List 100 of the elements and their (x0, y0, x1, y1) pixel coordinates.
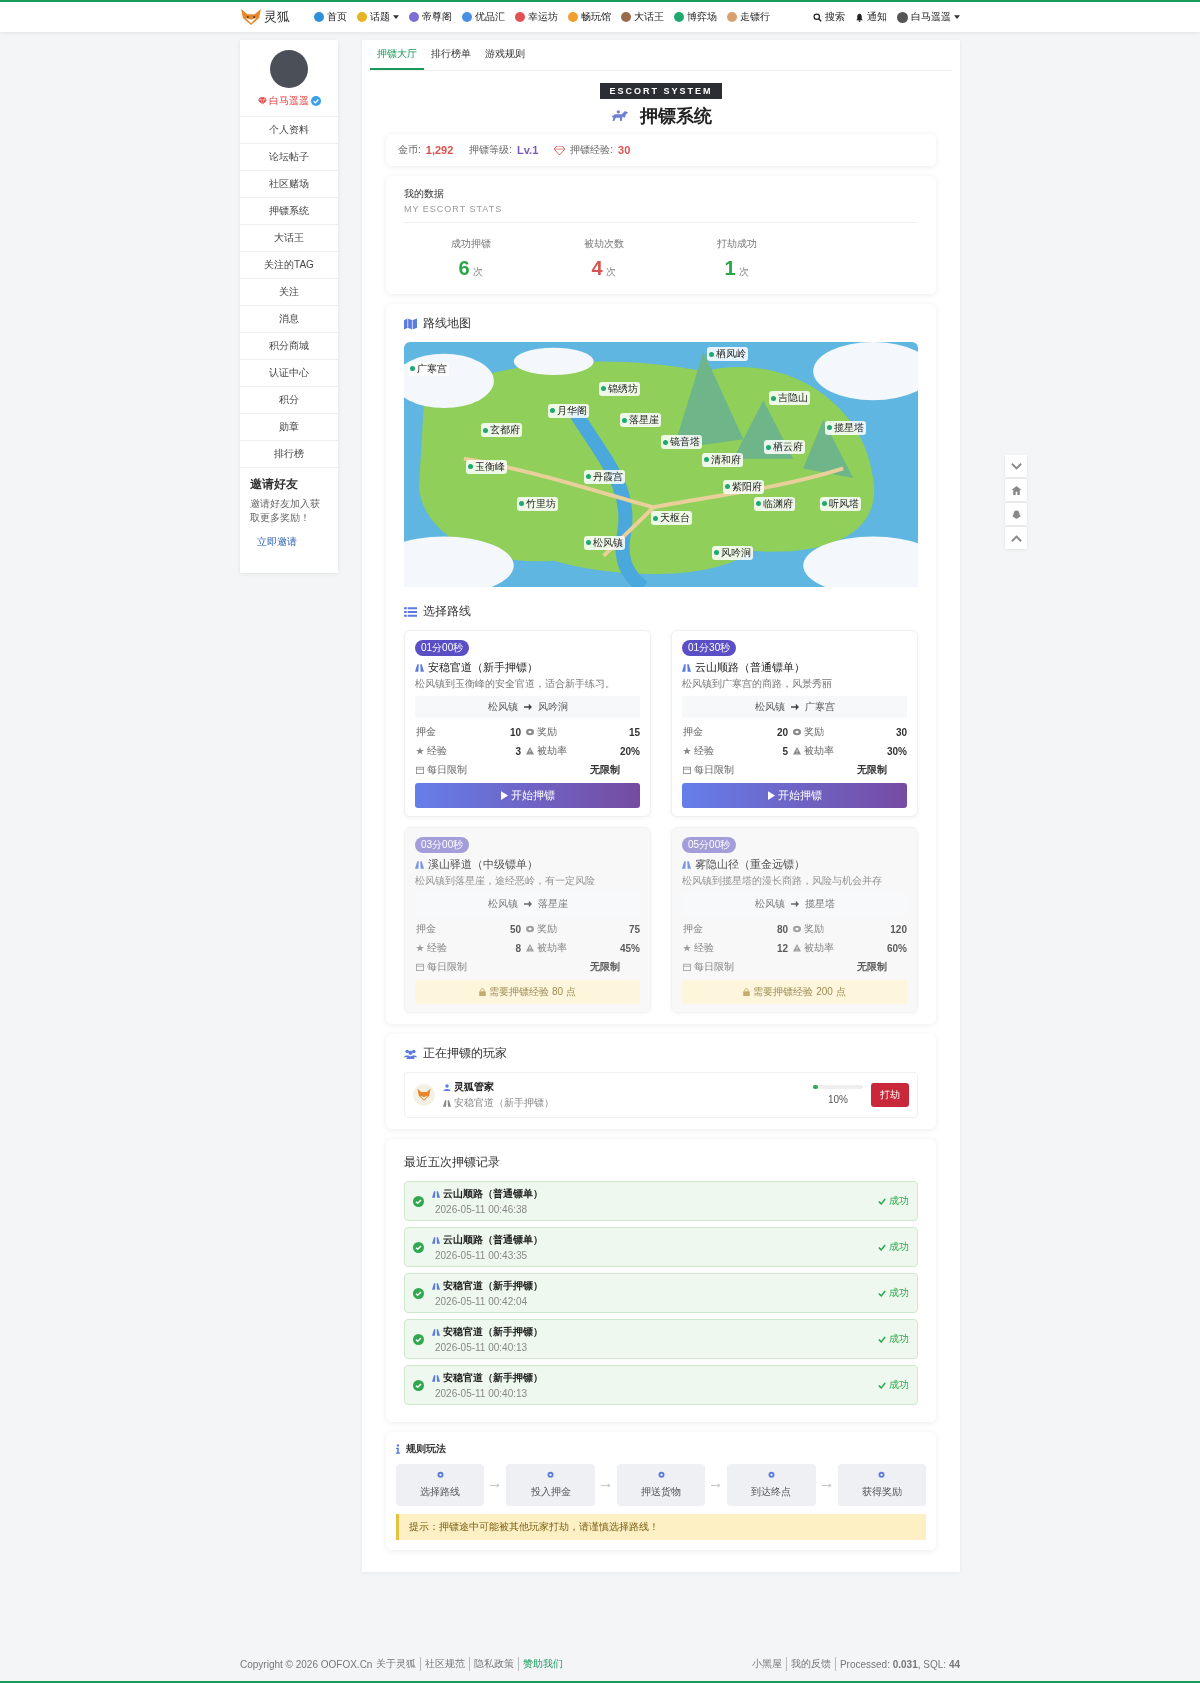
record-time: 2026-05-11 00:40:13 (434, 1388, 529, 1399)
map-marker[interactable]: 天枢台 (650, 511, 692, 526)
calendar-icon (683, 766, 691, 774)
site-logo[interactable]: 灵狐 (240, 8, 290, 26)
invite-title: 邀请好友 (250, 476, 299, 493)
map-marker[interactable]: 栖云府 (763, 440, 805, 455)
page-title: 押镖系统 (640, 105, 712, 128)
sidebar-menu-item[interactable]: 社区赌场 (240, 171, 338, 198)
step-icon (546, 1471, 556, 1480)
sidebar-menu-item[interactable]: 大话王 (240, 225, 338, 252)
route-description: 松风镇到玉衡峰的安全官道，适合新手练习。 (415, 677, 616, 691)
footer-link[interactable]: 关于灵狐 (376, 1657, 417, 1671)
map-marker[interactable]: 镜音塔 (661, 435, 702, 450)
map-marker[interactable]: 栖凤岭 (707, 347, 749, 362)
penguin-button[interactable] (1005, 503, 1027, 525)
sidebar-menu-item[interactable]: 排行榜 (240, 441, 338, 468)
avatar-icon (897, 11, 908, 23)
sidebar-menu-item[interactable]: 勋章 (240, 414, 338, 441)
nav-link[interactable]: 首页 (314, 10, 347, 24)
nav-link[interactable]: 话题 (357, 10, 399, 24)
sidebar-menu-item[interactable]: 认证中心 (240, 360, 338, 387)
tip-banner: 提示：押镖途中可能被其他玩家打劫，请谨慎选择路线！ (396, 1514, 926, 1540)
stat-value: 12 (776, 942, 789, 954)
record-status: 成功 (878, 1240, 909, 1254)
username[interactable]: 白马遥遥 (268, 94, 309, 108)
notification-link[interactable]: 通知 (855, 10, 887, 24)
tab[interactable]: 排行榜单 (424, 40, 478, 70)
lock-requirement: 需要押镖经验 80 点 (489, 985, 576, 999)
footer-link[interactable]: 赞助我们 (518, 1657, 564, 1671)
nav-link[interactable]: 畅玩馆 (568, 10, 611, 24)
sidebar-menu-item[interactable]: 消息 (240, 306, 338, 333)
stat-label: 被劫率 (537, 744, 568, 758)
nav-link[interactable]: 博弈场 (674, 10, 717, 24)
sidebar-menu-item[interactable]: 押镖系统 (240, 198, 338, 225)
stat-value: 无限制 (855, 960, 888, 974)
progress-reading: 10% (828, 1094, 848, 1105)
record-status: 成功 (878, 1194, 909, 1208)
sidebar-menu-item[interactable]: 关注 (240, 279, 338, 306)
fox-avatar-icon (413, 1084, 435, 1106)
road-icon (415, 860, 424, 869)
tab[interactable]: 游戏规则 (478, 40, 532, 70)
star-icon (683, 944, 691, 952)
end-point: 揽星塔 (804, 897, 835, 911)
system-badge: ESCORT SYSTEM (600, 83, 722, 99)
check-circle-icon (413, 1333, 424, 1345)
route-name: 云山顺路（普通镖单） (695, 660, 805, 675)
route-name: 雾隐山径（重金远镖） (695, 857, 805, 872)
nav-link[interactable]: 帝尊阁 (409, 10, 452, 24)
map-marker[interactable]: 吉隐山 (768, 391, 810, 406)
map-marker[interactable]: 玄都府 (481, 423, 523, 438)
nav-link[interactable]: 走镖行 (727, 10, 770, 24)
duration-badge: 03分00秒 (415, 837, 470, 853)
stat-value: 45% (620, 942, 640, 954)
processed-text: Processed: 0.031, SQL: 44 (839, 1658, 960, 1670)
map-marker[interactable]: 落星崖 (619, 413, 661, 428)
chevron-down-icon (1010, 461, 1022, 471)
footer-link[interactable]: 我的反馈 (790, 1657, 836, 1671)
stat-label: 经验 (427, 941, 447, 955)
sidebar-menu-item[interactable]: 论坛帖子 (240, 144, 338, 171)
stat-value: 1 (724, 257, 736, 280)
nav-link[interactable]: 大话王 (621, 10, 664, 24)
scroll-up-button[interactable] (1005, 527, 1027, 549)
stat-label: 每日限制 (694, 763, 734, 777)
stat-value: 10 (509, 726, 522, 738)
route-name: 溪山驿道（中级镖单） (428, 857, 538, 872)
info-icon (396, 1444, 400, 1454)
nav-link[interactable]: 幸运坊 (515, 10, 558, 24)
sidebar-menu-item[interactable]: 积分 (240, 387, 338, 414)
sidebar-menu-item[interactable]: 积分商城 (240, 333, 338, 360)
sidebar-menu-item[interactable]: 关注的TAG (240, 252, 338, 279)
start-escort-button[interactable]: 开始押镖 (415, 783, 640, 808)
stat-value: 无限制 (588, 960, 621, 974)
rob-button[interactable]: 打劫 (871, 1083, 909, 1107)
tab[interactable]: 押镖大厅 (370, 40, 424, 70)
check-circle-icon (413, 1195, 424, 1207)
invite-link[interactable]: 立即邀请 (250, 535, 328, 549)
stat-label: 每日限制 (694, 960, 734, 974)
start-escort-button[interactable]: 开始押镖 (682, 783, 907, 808)
bell-icon (855, 12, 864, 22)
stat-label: 每日限制 (427, 763, 467, 777)
start-point: 松风镇 (754, 897, 785, 911)
search-link[interactable]: 搜索 (813, 10, 845, 24)
record-status: 成功 (878, 1286, 909, 1300)
arrow-right-icon (490, 1482, 501, 1488)
user-menu[interactable]: 白马遥遥 (897, 10, 960, 24)
coin-icon (526, 728, 535, 736)
calendar-icon (683, 963, 691, 971)
arrow-right-icon (821, 1482, 832, 1488)
scroll-down-button[interactable] (1005, 455, 1027, 477)
section-title: 我的数据 (404, 187, 445, 201)
footer-link[interactable]: 社区规范 (420, 1657, 466, 1671)
step-icon (766, 1471, 776, 1480)
sidebar-menu-item[interactable]: 个人资料 (240, 117, 338, 144)
home-button[interactable] (1005, 479, 1027, 501)
route-description: 松风镇到揽星塔的漫长商路，风险与机会并存 (682, 874, 883, 888)
footer-link[interactable]: 隐私政策 (469, 1657, 515, 1671)
step-icon (656, 1471, 666, 1480)
stat-unit: 次 (738, 265, 749, 279)
footer-link[interactable]: 小黑屋 (751, 1657, 787, 1671)
nav-link[interactable]: 优品汇 (462, 10, 505, 24)
